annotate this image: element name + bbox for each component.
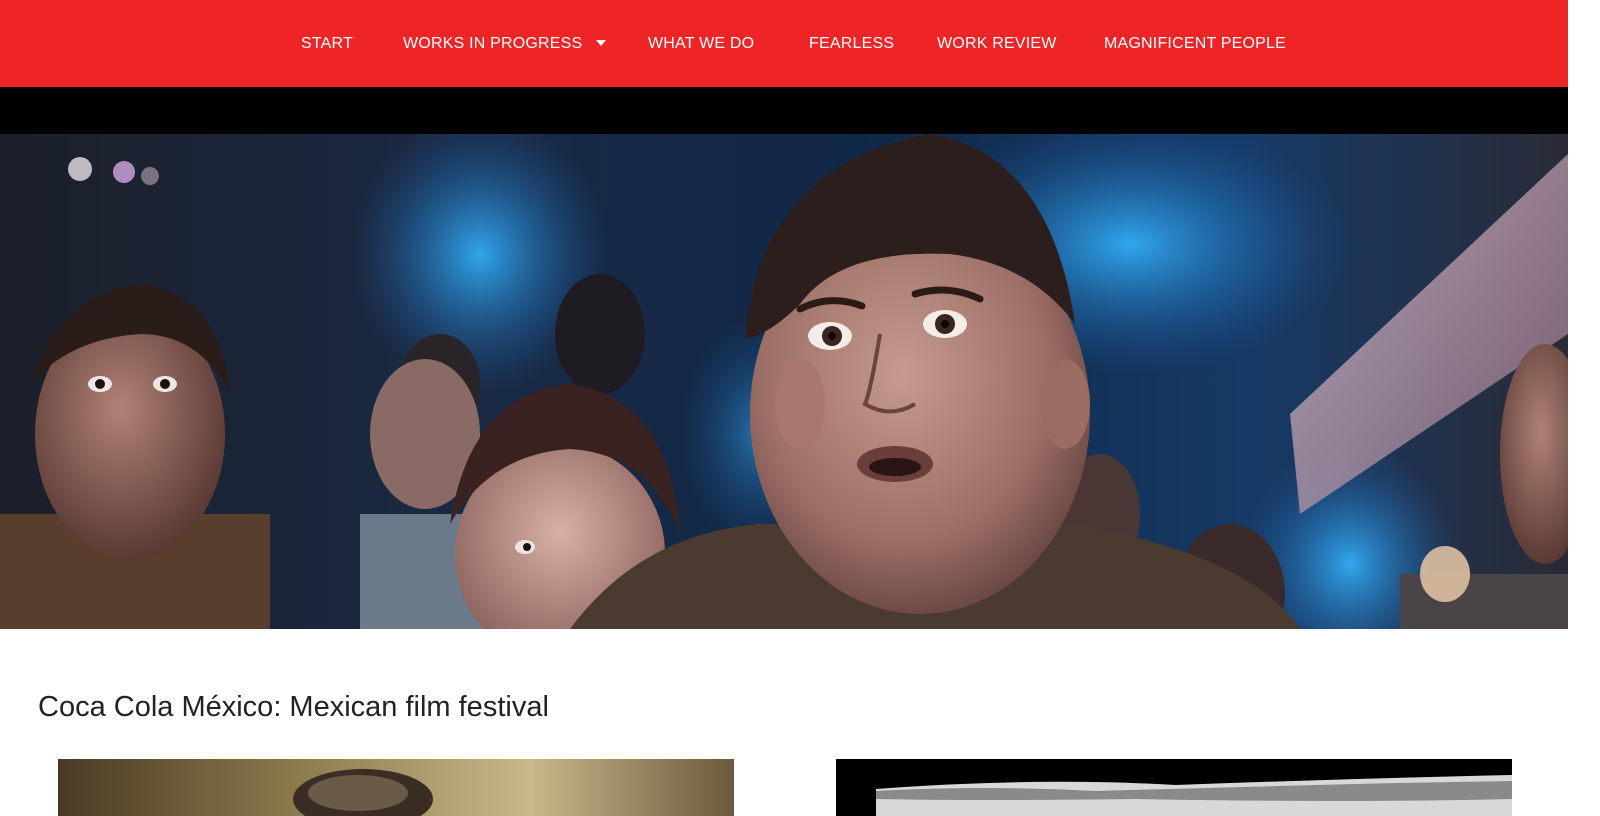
scrollbar-track[interactable] xyxy=(1568,0,1600,816)
header-spacer-band xyxy=(0,87,1568,134)
nav-item-label: WHAT WE DO xyxy=(648,35,755,52)
nav-item-works-in-progress[interactable]: WORKS IN PROGRESS xyxy=(403,0,607,87)
nav-item-label: WORK REVIEW xyxy=(937,35,1057,52)
gallery-image-2-illustration xyxy=(836,759,1512,816)
nav-item-what-we-do[interactable]: WHAT WE DO xyxy=(648,0,754,87)
nav-item-label: START xyxy=(301,35,353,52)
hero-illustration xyxy=(0,134,1568,629)
gallery-image-2[interactable] xyxy=(836,759,1512,816)
gallery-image-1-illustration xyxy=(58,759,734,816)
page: START WORKS IN PROGRESS WHAT WE DO FEARL… xyxy=(0,0,1568,816)
nav-item-label: MAGNIFICENT PEOPLE xyxy=(1104,35,1287,52)
nav-item-start[interactable]: START xyxy=(301,0,353,87)
nav-item-work-review[interactable]: WORK REVIEW xyxy=(937,0,1057,87)
hero-image xyxy=(0,134,1568,629)
project-title: Coca Cola México: Mexican film festival xyxy=(38,691,549,724)
nav-item-fearless[interactable]: FEARLESS xyxy=(809,0,894,87)
top-navigation-bar: START WORKS IN PROGRESS WHAT WE DO FEARL… xyxy=(0,0,1568,87)
nav-item-magnificent-people[interactable]: MAGNIFICENT PEOPLE xyxy=(1104,0,1286,87)
caret-down-icon xyxy=(596,40,607,46)
gallery-image-1[interactable] xyxy=(58,759,734,816)
nav-item-label: FEARLESS xyxy=(809,35,895,52)
nav-item-label: WORKS IN PROGRESS xyxy=(403,35,583,52)
